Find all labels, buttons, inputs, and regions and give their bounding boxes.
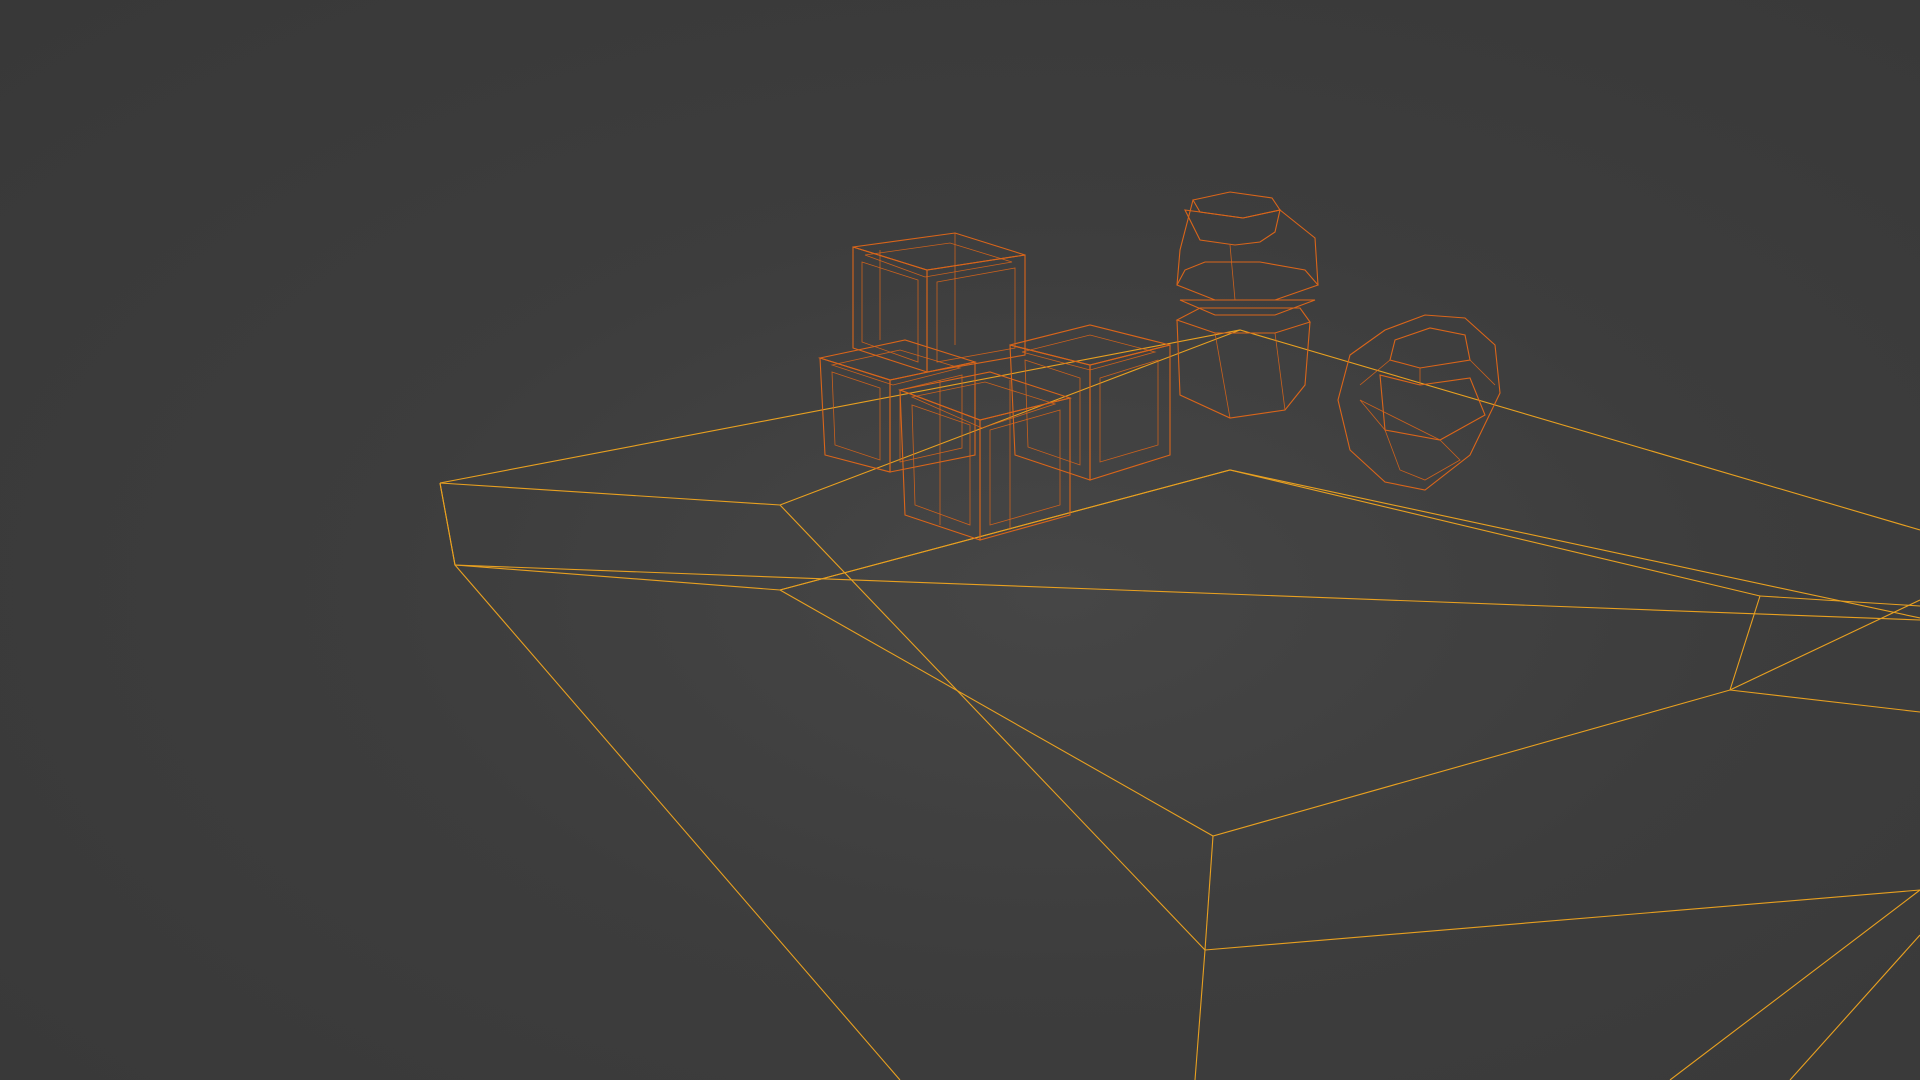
viewport-canvas[interactable] xyxy=(0,0,1920,1080)
3d-viewport[interactable] xyxy=(0,0,1920,1080)
dodecahedron-wireframe[interactable] xyxy=(1337,314,1501,491)
cylinder-stack-wireframe[interactable] xyxy=(1175,191,1319,419)
tray-wireframe[interactable] xyxy=(439,329,1920,1080)
